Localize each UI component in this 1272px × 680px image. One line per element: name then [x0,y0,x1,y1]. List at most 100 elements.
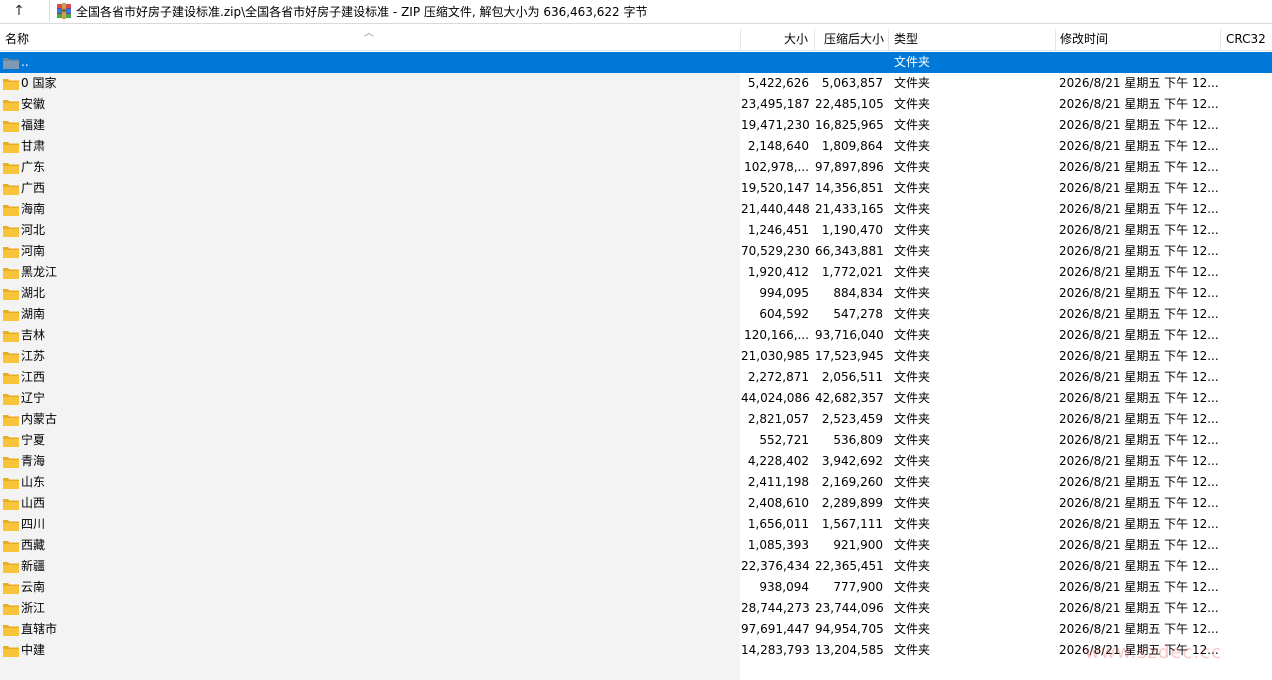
file-row[interactable]: 河南 70,529,230 66,343,881 文件夹 2026/8/21 星期五 下… [0,241,1272,262]
row-name-cell: 青海 [3,451,738,472]
row-crc [1226,157,1272,178]
up-folder-button[interactable]: ↑ [0,0,38,22]
row-type: 文件夹 [894,202,931,216]
row-size: 2,411,198 [747,475,809,489]
file-row[interactable]: 吉林 120,166,... 93,716,040 文件夹 2026/8/21 星期五 … [0,325,1272,346]
file-row[interactable]: 安徽 23,495,187 22,485,105 文件夹 2026/8/21 星期五 下… [0,94,1272,115]
row-size: 938,094 [759,580,809,594]
file-row[interactable]: 江西 2,272,871 2,056,511 文件夹 2026/8/21 星期五 下午 … [0,367,1272,388]
file-row[interactable]: 内蒙古 2,821,057 2,523,459 文件夹 2026/8/21 星期五 下午… [0,409,1272,430]
file-row[interactable]: 甘肃 2,148,640 1,809,864 文件夹 2026/8/21 星期五 下午 … [0,136,1272,157]
row-crc [1226,430,1272,451]
row-packed-size: 2,056,511 [821,370,883,384]
file-row[interactable]: 广东 102,978,... 97,897,896 文件夹 2026/8/21 星期五 … [0,157,1272,178]
row-crc [1226,451,1272,472]
file-row[interactable]: 宁夏 552,721 536,809 文件夹 2026/8/21 星期五 下午 12..… [0,430,1272,451]
folder-icon [3,350,19,364]
folder-icon [3,224,19,238]
row-type: 文件夹 [894,559,931,573]
row-name-cell: 中建 [3,640,738,661]
row-name: 中建 [21,643,46,657]
row-packed-size: 23,744,096 [815,601,883,615]
column-type[interactable]: 类型 [889,29,1056,50]
row-crc [1226,388,1272,409]
row-name-cell: 吉林 [3,325,738,346]
file-row[interactable]: 西藏 1,085,393 921,900 文件夹 2026/8/21 星期五 下午 12… [0,535,1272,556]
parent-folder-row[interactable]: .. 文件夹 [0,52,1272,73]
row-type: 文件夹 [894,412,931,426]
row-type: 文件夹 [894,223,931,237]
row-crc [1226,577,1272,598]
row-name-cell: .. [3,52,738,73]
row-size: 21,440,448 [741,202,809,216]
row-packed-size: 14,356,851 [815,181,883,195]
file-row[interactable]: 海南 21,440,448 21,433,165 文件夹 2026/8/21 星期五 下… [0,199,1272,220]
row-size: 120,166,... [744,328,809,342]
row-crc [1226,115,1272,136]
row-name: 黑龙江 [21,265,58,279]
row-type: 文件夹 [894,139,931,153]
column-size-label: 大小 [783,32,808,46]
row-name-cell: 广西 [3,178,738,199]
row-crc [1226,52,1272,73]
row-type: 文件夹 [894,76,931,90]
column-packed[interactable]: 压缩后大小 [815,29,889,50]
file-row[interactable]: 江苏 21,030,985 17,523,945 文件夹 2026/8/21 星期五 下… [0,346,1272,367]
file-row[interactable]: 青海 4,228,402 3,942,692 文件夹 2026/8/21 星期五 下午 … [0,451,1272,472]
row-modified: 2026/8/21 星期五 下午 12... [1059,391,1219,405]
row-name: 0 国家 [21,76,57,90]
row-name-cell: 新疆 [3,556,738,577]
file-row[interactable]: 广西 19,520,147 14,356,851 文件夹 2026/8/21 星期五 下… [0,178,1272,199]
file-row[interactable]: 河北 1,246,451 1,190,470 文件夹 2026/8/21 星期五 下午 … [0,220,1272,241]
file-row[interactable]: 云南 938,094 777,900 文件夹 2026/8/21 星期五 下午 12..… [0,577,1272,598]
row-name: 广东 [21,160,46,174]
row-name: 山东 [21,475,46,489]
row-packed-size: 42,682,357 [815,391,883,405]
row-name: 新疆 [21,559,46,573]
file-row[interactable]: 湖南 604,592 547,278 文件夹 2026/8/21 星期五 下午 12..… [0,304,1272,325]
path-field[interactable]: 全国各省市好房子建设标准.zip\全国各省市好房子建设标准 - ZIP 压缩文件… [49,0,1272,22]
file-row[interactable]: 直辖市 97,691,447 94,954,705 文件夹 2026/8/21 星期五 … [0,619,1272,640]
file-list[interactable]: .. 文件夹 0 国家 5,422,626 5,063,857 文件夹 2026/8/21 … [0,52,1272,680]
winrar-archive-icon [56,3,72,19]
column-crc[interactable]: CRC32 [1221,29,1272,50]
folder-icon [3,434,19,448]
file-row[interactable]: 四川 1,656,011 1,567,111 文件夹 2026/8/21 星期五 下午 … [0,514,1272,535]
row-crc [1226,472,1272,493]
file-row[interactable]: 山西 2,408,610 2,289,899 文件夹 2026/8/21 星期五 下午 … [0,493,1272,514]
column-modified-label: 修改时间 [1060,32,1109,46]
row-name: 山西 [21,496,46,510]
row-packed-size: 97,897,896 [815,160,883,174]
row-name-cell: 湖南 [3,304,738,325]
row-size: 1,656,011 [747,517,809,531]
row-name: 安徽 [21,97,46,111]
row-modified: 2026/8/21 星期五 下午 12... [1059,601,1219,615]
file-row[interactable]: 新疆 22,376,434 22,365,451 文件夹 2026/8/21 星期五 下… [0,556,1272,577]
row-packed-size: 2,289,899 [821,496,883,510]
file-row[interactable]: 山东 2,411,198 2,169,260 文件夹 2026/8/21 星期五 下午 … [0,472,1272,493]
row-packed-size: 921,900 [833,538,883,552]
row-size: 2,272,871 [747,370,809,384]
row-type: 文件夹 [894,118,931,132]
row-type: 文件夹 [894,454,931,468]
file-row[interactable]: 黑龙江 1,920,412 1,772,021 文件夹 2026/8/21 星期五 下午… [0,262,1272,283]
file-row[interactable]: 浙江 28,744,273 23,744,096 文件夹 2026/8/21 星期五 下… [0,598,1272,619]
file-row[interactable]: 中建 14,283,793 13,204,585 文件夹 2026/8/21 星期五 下… [0,640,1272,661]
row-size: 5,422,626 [747,76,809,90]
row-name-cell: 安徽 [3,94,738,115]
row-modified: 2026/8/21 星期五 下午 12... [1059,475,1219,489]
file-row[interactable]: 福建 19,471,230 16,825,965 文件夹 2026/8/21 星期五 下… [0,115,1272,136]
row-modified: 2026/8/21 星期五 下午 12... [1059,265,1219,279]
column-packed-label: 压缩后大小 [823,32,884,46]
column-modified[interactable]: 修改时间 [1056,29,1221,50]
row-packed-size: 884,834 [833,286,883,300]
row-crc [1226,262,1272,283]
column-size[interactable]: 大小 [741,29,815,50]
row-name: 河北 [21,223,46,237]
row-modified: 2026/8/21 星期五 下午 12... [1059,181,1219,195]
folder-icon [3,392,19,406]
file-row[interactable]: 辽宁 44,024,086 42,682,357 文件夹 2026/8/21 星期五 下… [0,388,1272,409]
file-row[interactable]: 0 国家 5,422,626 5,063,857 文件夹 2026/8/21 星期五 下… [0,73,1272,94]
file-row[interactable]: 湖北 994,095 884,834 文件夹 2026/8/21 星期五 下午 12..… [0,283,1272,304]
row-name-cell: 广东 [3,157,738,178]
